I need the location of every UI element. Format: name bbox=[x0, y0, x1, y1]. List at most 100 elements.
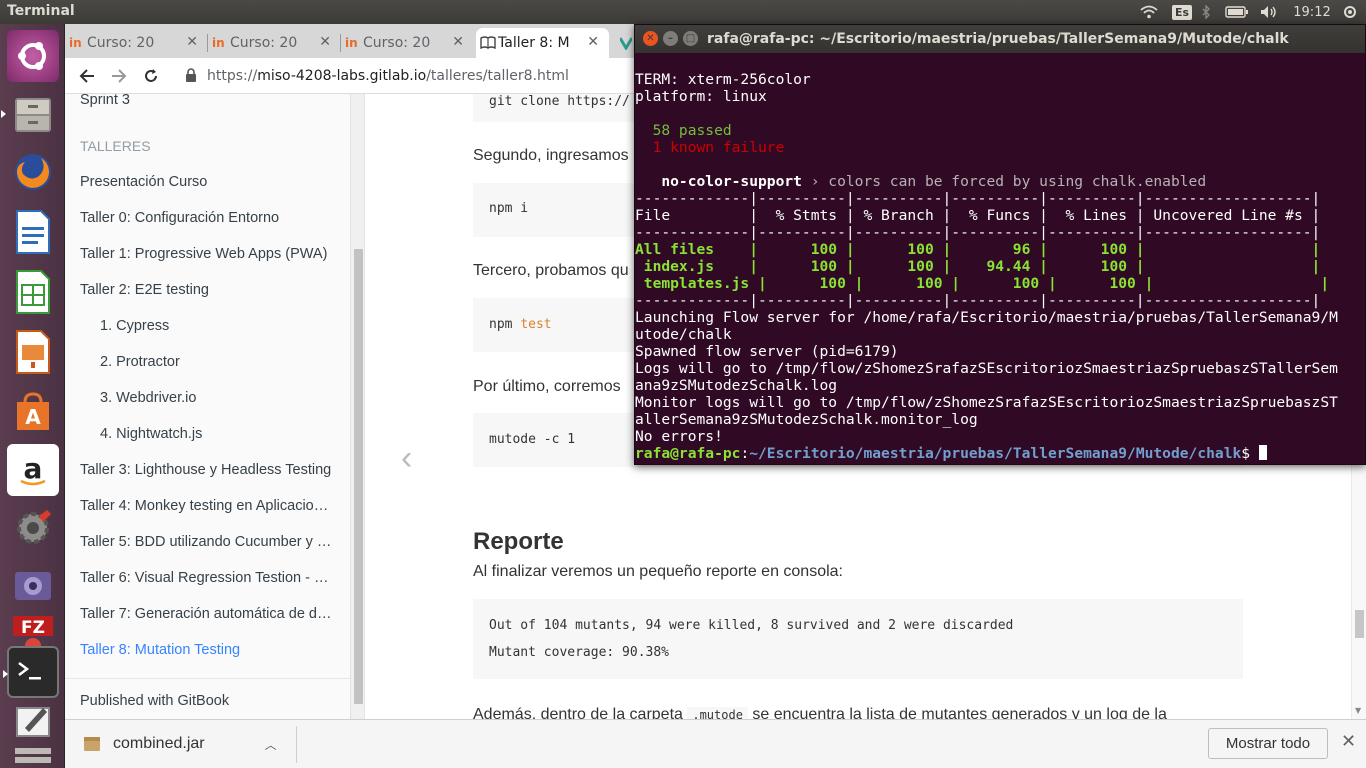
code-line: Mutant coverage: 90.38% bbox=[489, 645, 670, 660]
svg-text:A: A bbox=[25, 405, 41, 429]
svg-text:FZ: FZ bbox=[21, 618, 45, 638]
sidebar-item-protractor[interactable]: 2. Protractor bbox=[100, 354, 355, 370]
screen-recorder-icon[interactable] bbox=[7, 560, 59, 612]
clock[interactable]: 19:12 bbox=[1290, 2, 1334, 22]
sidebar-item-presentacion[interactable]: Presentación Curso bbox=[80, 174, 335, 190]
libreoffice-impress-icon[interactable] bbox=[7, 326, 59, 378]
paragraph-text: Además, dentro de la carpeta bbox=[473, 706, 683, 719]
reload-button[interactable] bbox=[139, 64, 163, 88]
sidebar-item-webdriverio[interactable]: 3. Webdriver.io bbox=[100, 390, 355, 406]
url-path: /talleres/taller8.html bbox=[426, 68, 569, 84]
battery-icon[interactable] bbox=[1223, 2, 1251, 22]
heading-reporte: Reporte bbox=[473, 528, 564, 555]
terminal-line: Monitor logs will go to /tmp/flow/zShome… bbox=[635, 394, 1338, 411]
paragraph-ultimo: Por último, corremos bbox=[473, 378, 621, 395]
system-settings-icon[interactable] bbox=[7, 502, 59, 554]
favicon-in-icon: in bbox=[345, 36, 358, 50]
tab-close-icon[interactable]: ✕ bbox=[587, 34, 599, 50]
sidebar-item-taller-5[interactable]: Taller 5: BDD utilizando Cucumber y … bbox=[80, 534, 335, 550]
download-item[interactable]: combined.jar ︿ bbox=[83, 730, 277, 758]
power-gear-icon[interactable] bbox=[1340, 2, 1360, 22]
terminal-titlebar[interactable]: ✕ – □ rafa@rafa-pc: ~/Escritorio/maestri… bbox=[635, 25, 1365, 53]
sidebar-item-cypress[interactable]: 1. Cypress bbox=[100, 318, 355, 334]
sidebar-item-sprint-3[interactable]: Sprint 3 bbox=[80, 94, 335, 108]
firefox-icon[interactable] bbox=[7, 146, 59, 198]
terminal-line: platform: linux bbox=[635, 88, 767, 105]
terminal-icon[interactable] bbox=[3, 646, 59, 698]
back-button[interactable] bbox=[75, 64, 99, 88]
url-host: miso-4208-labs.gitlab.io bbox=[257, 68, 427, 84]
scrollbar-thumb[interactable] bbox=[354, 249, 363, 704]
sidebar-footer-gitbook[interactable]: Published with GitBook bbox=[80, 693, 335, 709]
book-icon bbox=[480, 36, 496, 50]
terminal-line-passed: 58 passed bbox=[635, 122, 732, 139]
bluetooth-icon[interactable] bbox=[1198, 2, 1214, 22]
terminal-output[interactable]: TERM: xterm-256color platform: linux 58 … bbox=[635, 53, 1365, 464]
inline-code: .mutode bbox=[687, 707, 748, 719]
sidebar-item-taller-8-active[interactable]: Taller 8: Mutation Testing bbox=[80, 642, 335, 658]
terminal-line-failure: 1 known failure bbox=[635, 139, 785, 156]
sidebar-item-taller-7[interactable]: Taller 7: Generación automática de d… bbox=[80, 606, 335, 622]
sidebar-item-taller-4[interactable]: Taller 4: Monkey testing en Aplicacio… bbox=[80, 498, 335, 514]
code-keyword: test bbox=[520, 317, 552, 332]
sidebar-item-taller-1[interactable]: Taller 1: Progressive Web Apps (PWA) bbox=[80, 246, 335, 262]
scroll-down-icon[interactable]: ▼ bbox=[1355, 706, 1361, 715]
files-icon[interactable] bbox=[1, 88, 59, 140]
libreoffice-calc-icon[interactable] bbox=[7, 266, 59, 318]
terminal-line: ana9zSMutodezSchalk.log bbox=[635, 377, 838, 394]
top-panel: Terminal Es 19:12 bbox=[0, 0, 1366, 24]
paragraph-text: se encuentra la lista de mutantes genera… bbox=[752, 706, 1167, 719]
previous-page-chevron-icon[interactable]: ‹ bbox=[401, 439, 412, 478]
keyboard-layout-label: Es bbox=[1171, 4, 1193, 20]
code-block-report: Out of 104 mutants, 94 were killed, 8 su… bbox=[473, 599, 1243, 679]
volume-icon[interactable] bbox=[1258, 2, 1280, 22]
tab-taller-8[interactable]: Taller 8: M ✕ bbox=[476, 28, 609, 58]
ubuntu-dash-icon[interactable] bbox=[7, 30, 59, 82]
sidebar-item-taller-3[interactable]: Taller 3: Lighthouse y Headless Testing bbox=[80, 462, 335, 478]
sidebar-item-nightwatch[interactable]: 4. Nightwatch.js bbox=[100, 426, 355, 442]
forward-button[interactable] bbox=[107, 64, 131, 88]
ubuntu-software-icon[interactable]: A bbox=[7, 386, 59, 438]
sidebar-item-taller-6[interactable]: Taller 6: Visual Regression Testion - … bbox=[80, 570, 335, 586]
sidebar-scrollbar[interactable] bbox=[350, 94, 364, 719]
sidebar-item-taller-2[interactable]: Taller 2: E2E testing bbox=[80, 282, 335, 298]
libreoffice-writer-icon[interactable] bbox=[7, 206, 59, 258]
amazon-icon[interactable]: a bbox=[7, 444, 59, 496]
sidebar-item-taller-0[interactable]: Taller 0: Configuración Entorno bbox=[80, 210, 335, 226]
workspaces-icon[interactable] bbox=[7, 730, 59, 768]
tab-label: Curso: 20 bbox=[87, 35, 155, 51]
tab-close-icon[interactable]: ✕ bbox=[319, 34, 331, 50]
favicon-in-icon: in bbox=[69, 36, 82, 50]
favicon-in-icon: in bbox=[212, 36, 225, 50]
keyboard-layout-indicator[interactable]: Es bbox=[1170, 2, 1194, 22]
launcher: A a FZ bbox=[0, 24, 65, 768]
scrollbar-thumb[interactable] bbox=[1355, 610, 1364, 638]
prompt-colon: : bbox=[740, 445, 750, 462]
close-window-icon[interactable]: ✕ bbox=[643, 31, 658, 46]
coverage-table-separator: -------------|----------|----------|----… bbox=[635, 224, 1321, 241]
tab-close-icon[interactable]: ✕ bbox=[186, 34, 198, 50]
tab-close-icon[interactable]: ✕ bbox=[452, 34, 464, 50]
terminal-line: TERM: xterm-256color bbox=[635, 71, 811, 88]
paragraph-finalizar: Al finalizar veremos un pequeño reporte … bbox=[473, 563, 843, 580]
chevron-up-icon[interactable]: ︿ bbox=[265, 736, 277, 753]
terminal-line: Launching Flow server for /home/rafa/Esc… bbox=[635, 309, 1338, 326]
active-app-title: Terminal bbox=[7, 3, 75, 19]
code-cmd: npm bbox=[489, 317, 513, 332]
lock-icon bbox=[186, 68, 196, 82]
maximize-window-icon[interactable]: □ bbox=[683, 31, 698, 46]
forward-arrow-icon bbox=[112, 69, 127, 83]
minimize-window-icon[interactable]: – bbox=[663, 31, 678, 46]
close-download-bar-icon[interactable]: ✕ bbox=[1341, 731, 1356, 752]
terminal-prompt[interactable]: rafa@rafa-pc:~/Escritorio/maestria/prueb… bbox=[635, 445, 1267, 462]
paragraph-segundo: Segundo, ingresamos bbox=[473, 147, 629, 164]
tab-curso-3[interactable]: in Curso: 20 ✕ bbox=[341, 28, 474, 58]
terminal-window: ✕ – □ rafa@rafa-pc: ~/Escritorio/maestri… bbox=[634, 24, 1366, 465]
download-file-name: combined.jar bbox=[113, 735, 205, 752]
tab-curso-2[interactable]: in Curso: 20 ✕ bbox=[208, 28, 341, 58]
show-all-downloads-button[interactable]: Mostrar todo bbox=[1208, 728, 1328, 759]
tab-curso-1[interactable]: in Curso: 20 ✕ bbox=[65, 28, 208, 58]
new-tab-favicon-icon[interactable] bbox=[618, 35, 634, 51]
wifi-icon[interactable] bbox=[1138, 2, 1160, 22]
prompt-path: ~/Escritorio/maestria/pruebas/TallerSema… bbox=[749, 445, 1242, 462]
